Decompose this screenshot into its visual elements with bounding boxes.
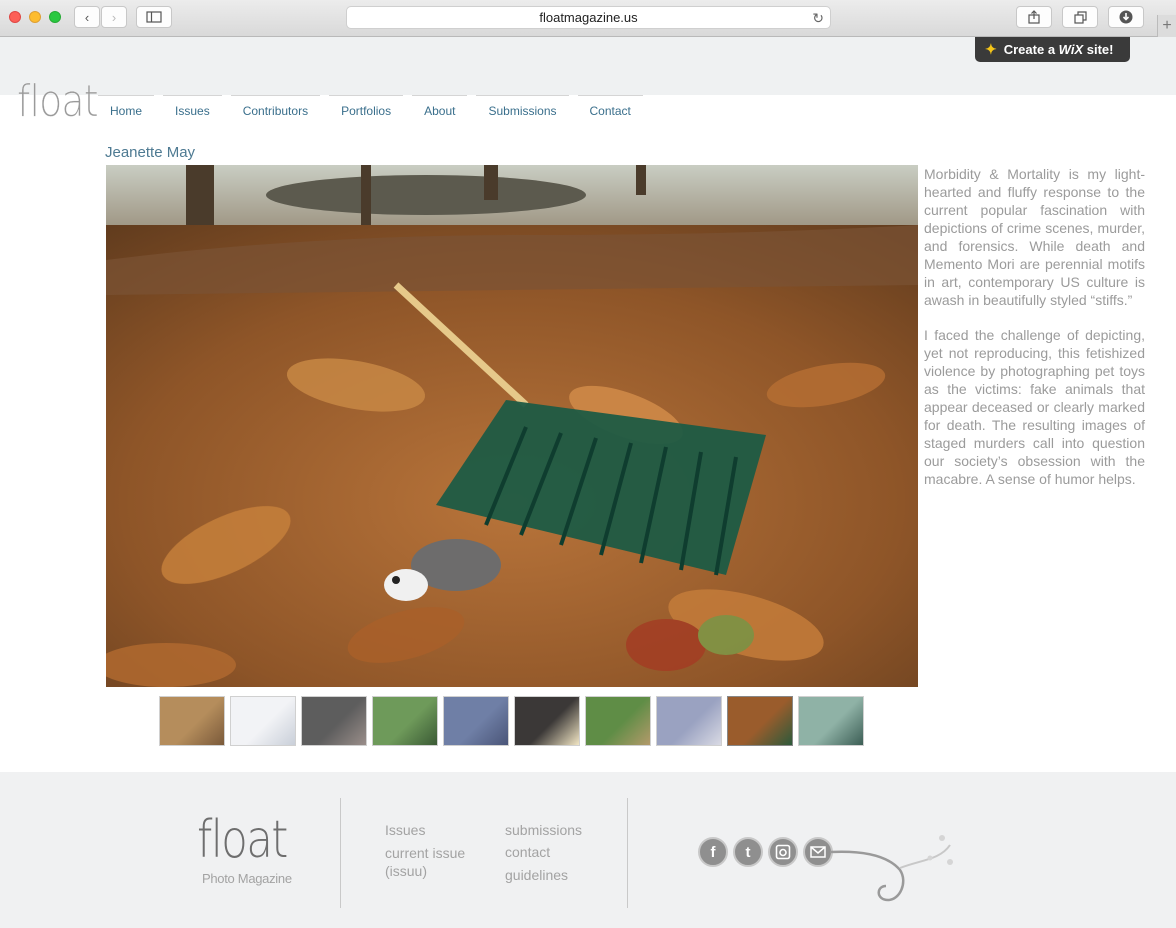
- description-paragraph-1: Morbidity & Mortality is my light-hearte…: [924, 166, 1145, 308]
- thumbnail-water[interactable]: [798, 696, 864, 746]
- downloads-button[interactable]: [1108, 6, 1144, 28]
- thumbnail-foliage[interactable]: [585, 696, 651, 746]
- back-button[interactable]: ‹: [74, 6, 100, 28]
- footer-link-current-issue[interactable]: current issue (issuu): [385, 844, 485, 880]
- sidebar-icon: [146, 11, 162, 23]
- footer-tagline: Photo Magazine: [202, 871, 292, 886]
- plus-icon: +: [1162, 17, 1172, 34]
- description-paragraph-2: I faced the challenge of depicting, yet …: [924, 327, 1145, 487]
- nav-contributors[interactable]: Contributors: [230, 95, 321, 119]
- thumbnail-wooden-steps[interactable]: [159, 696, 225, 746]
- wix-star-icon: ✦: [985, 41, 997, 57]
- footer-link-issues[interactable]: Issues: [385, 821, 425, 839]
- instagram-icon[interactable]: [768, 837, 798, 867]
- forward-button[interactable]: ›: [101, 6, 127, 28]
- sidebar-button[interactable]: [136, 6, 172, 28]
- new-tab-button[interactable]: +: [1157, 15, 1176, 37]
- artist-name: Jeanette May: [105, 144, 196, 161]
- nav-portfolios[interactable]: Portfolios: [329, 95, 404, 119]
- wix-suffix: site!: [1086, 42, 1114, 57]
- browser-toolbar: ‹ › floatmagazine.us ↻ +: [0, 0, 1176, 37]
- close-window-button[interactable]: [9, 11, 21, 23]
- address-bar[interactable]: floatmagazine.us ↻: [346, 6, 831, 29]
- portfolio-description: Morbidity & Mortality is my light-hearte…: [924, 165, 1145, 505]
- nav-about[interactable]: About: [412, 95, 468, 119]
- rake-leaves-photo: [106, 165, 918, 687]
- wix-brand: WiX: [1058, 42, 1084, 57]
- camera-glyph: [775, 844, 791, 860]
- download-icon: [1119, 10, 1133, 24]
- footer-link-guidelines[interactable]: guidelines: [505, 866, 568, 884]
- thumbnail-strip: [159, 696, 864, 746]
- chevron-left-icon: ‹: [84, 9, 90, 25]
- footer-link-submissions[interactable]: submissions: [505, 821, 582, 839]
- main-nav: Home Issues Contributors Portfolios Abou…: [98, 95, 652, 119]
- zoom-window-button[interactable]: [49, 11, 61, 23]
- thumbnail-green-fence[interactable]: [372, 696, 438, 746]
- thumbnail-snow[interactable]: [230, 696, 296, 746]
- wix-prefix: Create a: [1003, 42, 1056, 57]
- thumbnail-floor[interactable]: [656, 696, 722, 746]
- share-icon: [1028, 10, 1040, 24]
- thumbnail-sink[interactable]: [301, 696, 367, 746]
- site-logo[interactable]: float: [17, 76, 99, 127]
- facebook-icon[interactable]: f: [698, 837, 728, 867]
- footer-divider: [627, 798, 628, 908]
- thumbnail-autumn-leaves-rake[interactable]: [727, 696, 793, 746]
- nav-issues[interactable]: Issues: [163, 95, 222, 119]
- reload-icon[interactable]: ↻: [812, 10, 824, 27]
- url-text: floatmagazine.us: [539, 10, 638, 25]
- twitter-icon[interactable]: t: [733, 837, 763, 867]
- nav-contact[interactable]: Contact: [577, 95, 643, 119]
- nav-submissions[interactable]: Submissions: [476, 95, 569, 119]
- envelope-glyph: [810, 846, 826, 858]
- nav-home[interactable]: Home: [98, 95, 155, 119]
- footer-link-contact[interactable]: contact: [505, 843, 550, 861]
- minimize-window-button[interactable]: [29, 11, 41, 23]
- email-icon[interactable]: [803, 837, 833, 867]
- thumbnail-lamp-light[interactable]: [514, 696, 580, 746]
- wix-banner-text: Create a WiX site!: [1004, 42, 1114, 57]
- wix-banner[interactable]: ✦ Create a WiX site!: [975, 37, 1130, 62]
- footer: [0, 772, 1176, 928]
- footer-logo[interactable]: float: [197, 812, 288, 868]
- thumbnail-blue-ground[interactable]: [443, 696, 509, 746]
- tabs-overview-button[interactable]: [1062, 6, 1098, 28]
- main-photo[interactable]: [106, 165, 918, 687]
- chevron-right-icon: ›: [111, 9, 117, 25]
- tabs-icon: [1073, 10, 1087, 24]
- footer-divider: [340, 798, 341, 908]
- swirl-ornament-icon: [830, 835, 953, 902]
- share-button[interactable]: [1016, 6, 1052, 28]
